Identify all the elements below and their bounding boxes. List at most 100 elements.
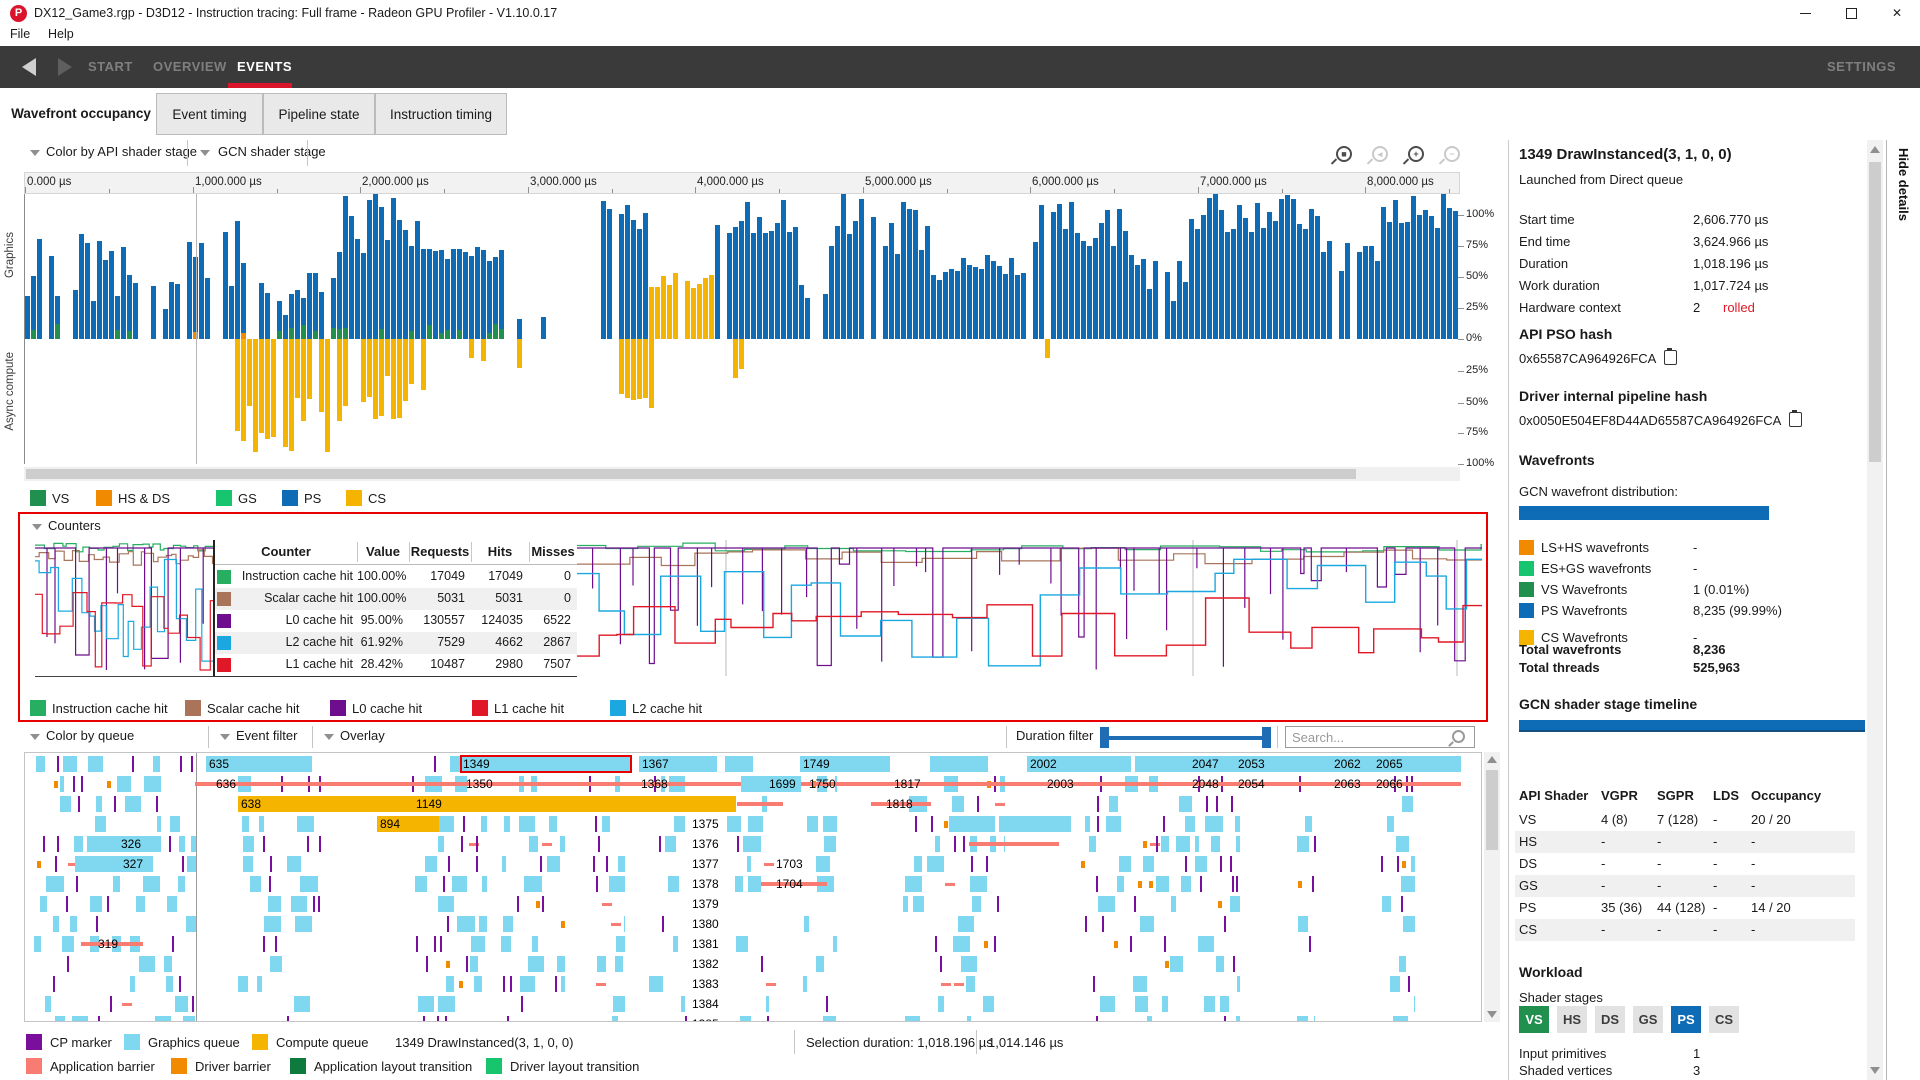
event-bar[interactable] (1195, 836, 1199, 852)
barrier-marker[interactable] (945, 883, 955, 886)
event-bar[interactable] (596, 876, 598, 892)
event-bar[interactable] (1305, 816, 1312, 832)
event-bar[interactable] (972, 896, 981, 912)
event-bar[interactable] (130, 976, 135, 992)
driver-barrier-marker[interactable] (1114, 941, 1118, 948)
event-bar[interactable] (242, 816, 249, 832)
barrier-line[interactable] (969, 842, 1059, 846)
event-bar[interactable] (81, 776, 83, 792)
event-bar[interactable] (1163, 816, 1165, 832)
event-bar[interactable] (963, 836, 965, 852)
event-bar[interactable] (1096, 1016, 1098, 1022)
event-bar[interactable] (673, 936, 678, 952)
event-bar[interactable] (1140, 916, 1154, 932)
event-bar[interactable] (1096, 876, 1098, 892)
event-bar[interactable] (1085, 916, 1087, 932)
event-bar-unlabeled[interactable] (727, 816, 741, 832)
barrier-marker[interactable] (941, 983, 951, 986)
event-bar[interactable] (649, 976, 663, 992)
scrollbar-thumb[interactable] (1869, 162, 1881, 462)
event-bar[interactable] (74, 836, 83, 852)
barrier-marker[interactable] (766, 983, 776, 986)
event-bar[interactable] (1085, 816, 1090, 832)
event-bar[interactable] (73, 776, 75, 792)
event-bar[interactable] (1297, 1016, 1308, 1022)
event-bar[interactable] (938, 996, 944, 1012)
event-bar[interactable] (997, 896, 999, 912)
event-bar-327[interactable] (89, 856, 153, 872)
event-bar-unlabeled[interactable] (949, 816, 993, 832)
event-bar[interactable] (935, 836, 940, 852)
barrier-marker[interactable] (122, 1003, 132, 1006)
event-bar[interactable] (747, 856, 751, 872)
event-bar[interactable] (743, 836, 761, 852)
event-bar[interactable] (257, 976, 262, 992)
event-bar[interactable] (179, 836, 185, 852)
event-bar[interactable] (517, 896, 519, 912)
event-bar[interactable] (175, 996, 188, 1012)
event-bar[interactable] (540, 856, 542, 872)
event-bar[interactable] (95, 816, 106, 832)
event-bar[interactable] (463, 816, 465, 832)
event-bar[interactable] (1106, 816, 1121, 832)
event-bar[interactable] (560, 836, 565, 852)
event-bar[interactable] (542, 896, 544, 912)
event-bar[interactable] (70, 916, 77, 932)
event-bar[interactable] (172, 936, 174, 952)
event-bar[interactable] (438, 996, 455, 1012)
event-bar[interactable] (1216, 956, 1224, 972)
event-bar[interactable] (557, 956, 565, 972)
event-bar[interactable] (1396, 836, 1409, 852)
event-bar[interactable] (503, 976, 505, 992)
event-bar[interactable] (598, 836, 600, 852)
menu-item-file[interactable]: File (10, 27, 30, 41)
event-bar[interactable] (1119, 856, 1131, 872)
zoom-reset-icon[interactable]: ◂ (1372, 146, 1388, 162)
event-bar[interactable] (125, 796, 141, 812)
event-bar[interactable] (263, 936, 265, 952)
barrier-marker[interactable] (602, 903, 612, 906)
event-bar[interactable] (57, 756, 59, 772)
wavefront-occupancy-chart[interactable] (24, 194, 1460, 464)
event-bar[interactable] (931, 816, 933, 832)
event-bar[interactable] (307, 836, 309, 852)
event-bar[interactable] (291, 896, 307, 912)
event-bar[interactable] (300, 876, 318, 892)
event-bar[interactable] (665, 836, 676, 852)
counters-mini-chart[interactable] (35, 540, 215, 677)
event-bar[interactable] (1133, 976, 1147, 992)
event-bar[interactable] (88, 756, 103, 772)
driver-barrier-marker[interactable] (1402, 861, 1406, 868)
event-bar[interactable] (110, 996, 112, 1012)
event-bar[interactable] (426, 956, 428, 972)
event-bar[interactable] (438, 836, 444, 852)
event-bar[interactable] (447, 916, 449, 932)
event-bar[interactable] (967, 1016, 971, 1022)
event-bar[interactable] (986, 856, 988, 872)
event-bar[interactable] (166, 976, 173, 992)
event-bar[interactable] (1297, 836, 1309, 852)
event-bar[interactable] (476, 856, 478, 872)
event-bar[interactable] (167, 896, 177, 912)
event-bar[interactable] (609, 876, 625, 892)
event-bar[interactable] (593, 856, 595, 872)
event-bar[interactable] (117, 776, 131, 792)
event-bar[interactable] (1233, 956, 1235, 972)
event-bar[interactable] (1156, 836, 1158, 852)
barrier-marker[interactable] (954, 983, 964, 986)
event-bar[interactable] (1100, 996, 1115, 1012)
event-bar[interactable] (67, 956, 69, 972)
event-bar[interactable] (445, 1016, 447, 1022)
event-bar[interactable] (1220, 996, 1229, 1012)
event-bar[interactable] (529, 836, 538, 852)
event-bar[interactable] (75, 856, 89, 872)
event-bar[interactable] (1236, 876, 1238, 892)
event-bar[interactable] (1314, 1016, 1315, 1022)
nav-item-settings[interactable]: SETTINGS (1827, 59, 1896, 74)
hide-details-strip[interactable]: Hide details (1886, 140, 1920, 1080)
event-bar[interactable] (1414, 996, 1415, 1012)
event-bar[interactable] (1381, 856, 1383, 872)
event-bar[interactable] (612, 1016, 618, 1022)
event-bar[interactable] (113, 876, 120, 892)
event-bar[interactable] (446, 976, 454, 992)
